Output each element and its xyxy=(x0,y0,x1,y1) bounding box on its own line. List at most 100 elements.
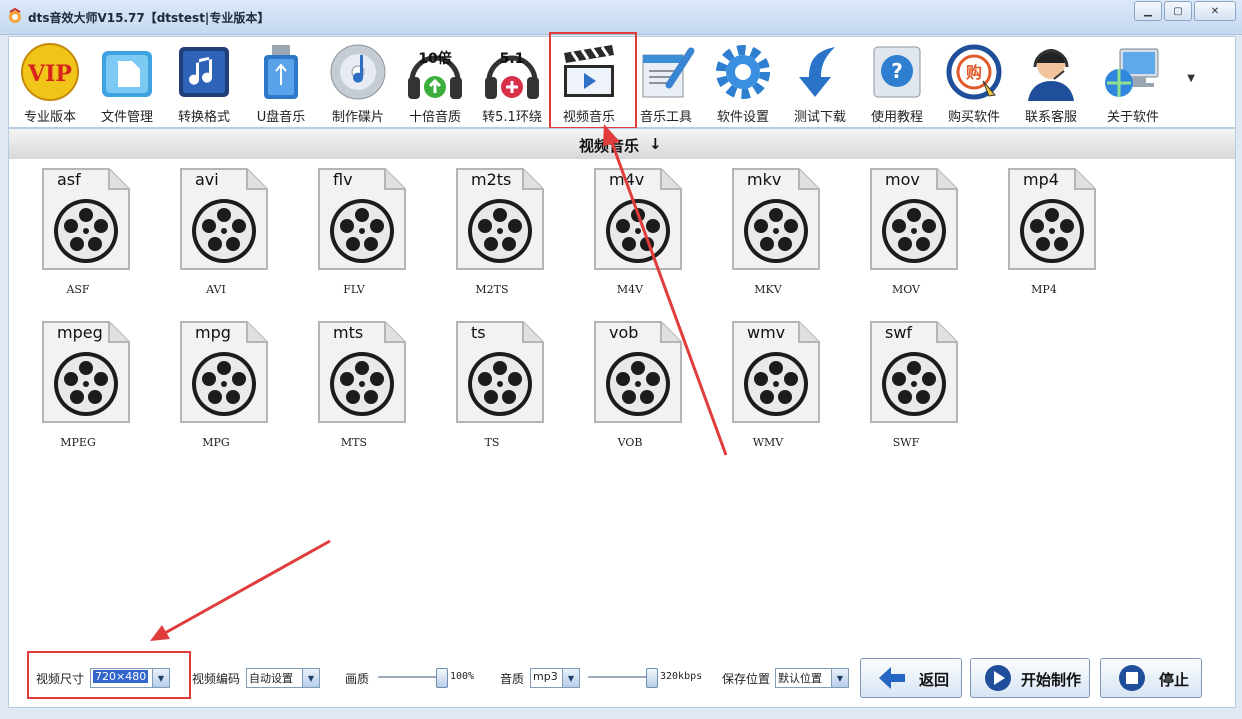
toolbar-label: 关于软件 xyxy=(1106,110,1159,125)
usb-drive-icon xyxy=(264,45,298,99)
quality-value: 100% xyxy=(450,671,475,682)
audio-format-select[interactable]: mp3 ▼ xyxy=(530,668,580,688)
format-ext-label: flv xyxy=(333,170,353,189)
audio-format-value: mp3 xyxy=(533,670,558,683)
video-codec-value: 自动设置 xyxy=(249,672,293,685)
format-name-label: VOB xyxy=(617,436,643,449)
tools-icon xyxy=(642,47,695,98)
back-button[interactable]: 返回 xyxy=(860,658,962,698)
computer-globe-icon xyxy=(1105,48,1159,97)
arrow-left-icon xyxy=(879,667,905,689)
format-name-label: SWF xyxy=(892,436,920,449)
toolbar-pro-version[interactable]: VIP 专业版本 xyxy=(13,39,87,125)
start-button[interactable]: 开始制作 xyxy=(970,658,1090,698)
format-ext-label: mkv xyxy=(747,170,781,189)
format-item-mov[interactable]: mov MOV xyxy=(851,165,961,305)
format-item-vob[interactable]: vob VOB xyxy=(575,318,685,458)
chevron-down-icon[interactable]: ▼ xyxy=(152,669,169,687)
app-logo-icon xyxy=(9,8,21,23)
save-location-select[interactable]: 默认位置 ▼ xyxy=(775,668,849,688)
toolbar-label: 转换格式 xyxy=(177,110,230,125)
quality-slider-thumb[interactable] xyxy=(436,668,448,688)
quality-slider-track xyxy=(378,676,442,678)
toolbar-buy[interactable]: 购 购买软件 xyxy=(937,39,1011,125)
content-panel: 视频音乐 ↓ asf ASF avi AVI flv FLV m2ts M2TS m4v M4V m… xyxy=(8,128,1236,708)
video-size-select[interactable]: 720×480 ▼ xyxy=(90,668,170,688)
toolbar-51-surround[interactable]: 5.1 转5.1环绕 xyxy=(475,39,549,125)
format-item-m2ts[interactable]: m2ts M2TS xyxy=(437,165,547,305)
toolbar-file-manager[interactable]: 文件管理 xyxy=(90,39,164,125)
close-button[interactable]: ✕ xyxy=(1194,1,1236,21)
format-item-flv[interactable]: flv FLV xyxy=(299,165,409,305)
toolbar-settings[interactable]: 软件设置 xyxy=(706,39,780,125)
quality-label: 画质 xyxy=(345,672,370,686)
stop-button[interactable]: 停止 xyxy=(1100,658,1202,698)
file-manager-icon xyxy=(102,51,152,97)
svg-text:购: 购 xyxy=(966,63,982,82)
format-name-label: MOV xyxy=(891,283,921,296)
toolbar-test-download[interactable]: 测试下载 xyxy=(783,39,857,125)
format-item-m4v[interactable]: m4v M4V xyxy=(575,165,685,305)
format-item-avi[interactable]: avi AVI xyxy=(161,165,271,305)
film-reel-file-icon: m2ts xyxy=(456,168,544,270)
format-ext-label: mts xyxy=(333,323,363,342)
quality-slider[interactable] xyxy=(378,668,448,688)
toolbar-music-tools[interactable]: 音乐工具 xyxy=(629,39,703,125)
format-item-asf[interactable]: asf ASF xyxy=(23,165,133,305)
film-reel-file-icon: vob xyxy=(594,321,682,423)
format-item-mkv[interactable]: mkv MKV xyxy=(713,165,823,305)
film-reel-file-icon: mts xyxy=(318,321,406,423)
bitrate-value: 320kbps xyxy=(660,671,703,682)
format-ext-label: mpg xyxy=(195,323,231,342)
video-codec-select[interactable]: 自动设置 ▼ xyxy=(246,668,320,688)
format-item-mpg[interactable]: mpg MPG xyxy=(161,318,271,458)
svg-text:5.1: 5.1 xyxy=(500,51,525,67)
format-name-label: ASF xyxy=(66,283,90,296)
film-reel-file-icon: mpeg xyxy=(42,321,130,423)
audio-slider-thumb[interactable] xyxy=(646,668,658,688)
back-button-label: 返回 xyxy=(919,671,950,689)
toolbar-tutorial[interactable]: ? 使用教程 xyxy=(860,39,934,125)
format-name-label: FLV xyxy=(343,283,365,296)
format-item-wmv[interactable]: wmv WMV xyxy=(713,318,823,458)
toolbar-about[interactable]: 关于软件 xyxy=(1096,39,1170,125)
toolbar-label: U盘音乐 xyxy=(256,110,306,125)
minimize-button[interactable]: ▁ xyxy=(1134,1,1162,21)
film-reel-file-icon: mov xyxy=(870,168,958,270)
format-item-ts[interactable]: ts TS xyxy=(437,318,547,458)
toolbar-more-icon[interactable]: ▼ xyxy=(1187,73,1195,84)
format-item-swf[interactable]: swf SWF xyxy=(851,318,961,458)
vip-icon: VIP xyxy=(21,43,79,101)
toolbar-usb-music[interactable]: U盘音乐 xyxy=(244,39,318,125)
toolbar-make-disc[interactable]: 制作碟片 xyxy=(321,39,395,125)
film-reel-file-icon: flv xyxy=(318,168,406,270)
film-reel-file-icon: wmv xyxy=(732,321,820,423)
save-location-label: 保存位置 xyxy=(722,672,771,686)
start-button-label: 开始制作 xyxy=(1021,671,1082,689)
format-item-mpeg[interactable]: mpeg MPEG xyxy=(23,318,133,458)
film-reel-file-icon: mkv xyxy=(732,168,820,270)
film-reel-file-icon: m4v xyxy=(594,168,682,270)
format-ext-label: mp4 xyxy=(1023,170,1059,189)
chevron-down-icon[interactable]: ▼ xyxy=(302,669,319,687)
toolbar-label: 十倍音质 xyxy=(408,110,461,125)
chevron-down-icon[interactable]: ▼ xyxy=(562,669,579,687)
format-name-label: MPG xyxy=(202,436,230,449)
maximize-button[interactable]: ▢ xyxy=(1164,1,1192,21)
format-item-mts[interactable]: mts MTS xyxy=(299,318,409,458)
toolbar-10x-quality[interactable]: 10倍 十倍音质 xyxy=(398,39,472,125)
format-ext-label: asf xyxy=(57,170,81,189)
play-icon xyxy=(985,665,1011,691)
chevron-down-icon[interactable]: ▼ xyxy=(831,669,848,687)
window-title: dts音效大师V15.77【dtstest|专业版本】 xyxy=(28,11,270,25)
film-reel-file-icon: avi xyxy=(180,168,268,270)
audio-label: 音质 xyxy=(500,672,525,686)
toolbar-convert-format[interactable]: 转换格式 xyxy=(167,39,241,125)
toolbar-support[interactable]: 联系客服 xyxy=(1014,39,1088,125)
stop-icon xyxy=(1119,665,1145,691)
format-item-mp4[interactable]: mp4 MP4 xyxy=(989,165,1099,305)
toolbar-label: 转5.1环绕 xyxy=(482,110,542,125)
audio-bitrate-slider[interactable] xyxy=(588,668,658,688)
svg-text:?: ? xyxy=(891,59,903,83)
gear-icon xyxy=(716,45,770,99)
